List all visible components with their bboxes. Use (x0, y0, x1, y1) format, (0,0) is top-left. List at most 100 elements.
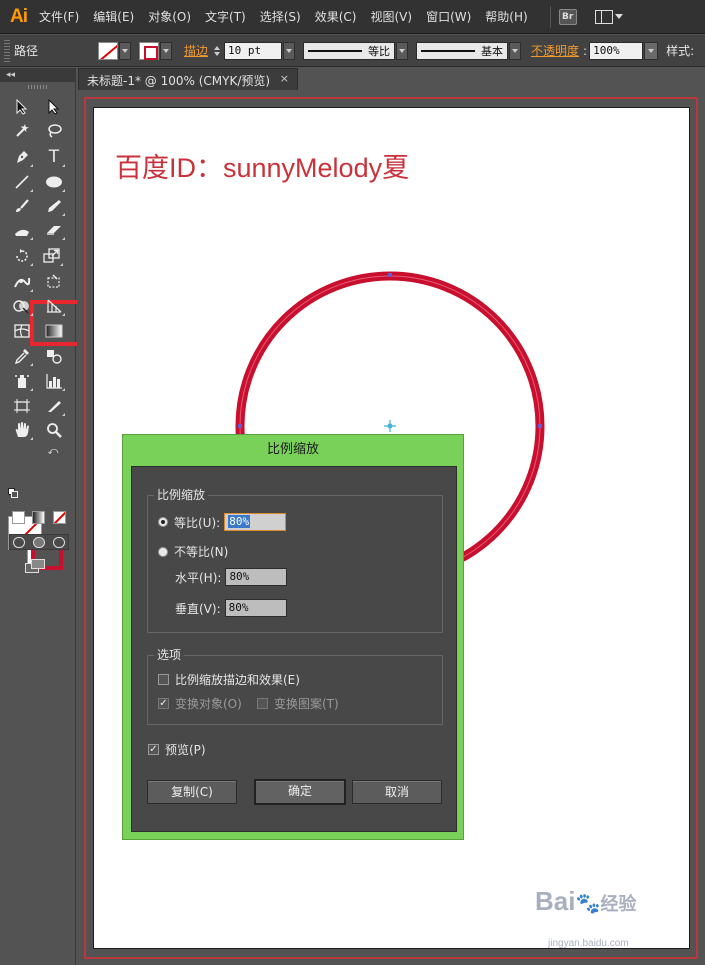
type-tool[interactable]: T (42, 146, 66, 168)
menu-view[interactable]: 视图(V) (370, 8, 412, 25)
workspace-layout-button[interactable] (594, 9, 623, 24)
none-mode-button[interactable] (53, 511, 66, 524)
blob-brush-tool[interactable] (10, 219, 34, 241)
stroke-weight-spinner[interactable] (212, 42, 222, 60)
pen-tool[interactable] (10, 146, 34, 168)
uniform-radio[interactable] (158, 517, 168, 527)
draw-inside-icon[interactable] (53, 537, 65, 548)
selection-tool[interactable] (10, 96, 34, 118)
paintbrush-tool[interactable] (10, 195, 34, 217)
dialog-title[interactable]: 比例缩放 (123, 435, 463, 465)
scale-dialog: 比例缩放 比例缩放 等比(U): 80% 不等比(N) 水平(H): 80% 垂… (122, 434, 464, 840)
uniform-option[interactable]: 等比(U): 80% (158, 513, 287, 531)
width-tool[interactable] (10, 271, 34, 293)
stroke-dropdown[interactable] (160, 41, 173, 60)
hand-tool[interactable] (10, 419, 34, 441)
scale-tool[interactable] (40, 245, 64, 267)
ellipse-tool[interactable] (42, 171, 66, 193)
scale-strokes-option[interactable]: 比例缩放描边和效果(E) (158, 671, 300, 688)
eyedropper-tool[interactable] (10, 345, 34, 367)
menu-object[interactable]: 对象(O) (148, 8, 191, 25)
transform-patterns-checkbox[interactable] (257, 698, 268, 709)
transform-objects-checkbox[interactable]: ✓ (158, 698, 169, 709)
blend-tool[interactable] (42, 345, 66, 367)
center-point-icon (384, 420, 396, 432)
shape-builder-tool[interactable] (10, 295, 34, 317)
vertical-field[interactable]: 80% (224, 599, 287, 617)
symbol-sprayer-tool[interactable] (10, 370, 34, 392)
menu-select[interactable]: 选择(S) (260, 8, 301, 25)
opacity-link[interactable]: 不透明度 (531, 42, 579, 59)
perspective-grid-tool[interactable] (42, 295, 66, 317)
zoom-tool[interactable] (42, 419, 66, 441)
color-mode-button[interactable] (12, 511, 25, 524)
direct-selection-tool[interactable] (42, 96, 66, 118)
document-tab[interactable]: 未标题-1* @ 100% (CMYK/预览) × (78, 68, 298, 90)
stroke-link[interactable]: 描边 (184, 42, 208, 59)
pencil-icon (48, 200, 61, 212)
style-label[interactable]: 样式: (666, 42, 694, 59)
fill-dropdown[interactable] (119, 41, 132, 60)
artboard-tool[interactable] (10, 395, 34, 417)
mesh-tool[interactable] (10, 320, 34, 342)
baidu-url: jingyan.baidu.com (548, 938, 629, 949)
stroke-weight-field[interactable]: 10 pt (224, 41, 283, 60)
pen-icon (17, 151, 28, 163)
slice-tool[interactable] (42, 395, 66, 417)
ok-button[interactable]: 确定 (254, 779, 346, 805)
line-segment-tool[interactable] (10, 171, 34, 193)
brush-dropdown[interactable] (509, 41, 522, 60)
magic-wand-tool[interactable] (10, 120, 34, 142)
fill-swatch[interactable] (98, 41, 119, 60)
preview-checkbox[interactable]: ✓ (148, 744, 159, 755)
menu-type[interactable]: 文字(T) (205, 8, 246, 25)
free-transform-tool[interactable] (42, 271, 66, 293)
transform-patterns-option[interactable]: 变换图案(T) (257, 695, 339, 712)
rotate-tool[interactable] (10, 245, 34, 267)
uniform-field[interactable]: 80% (224, 513, 287, 531)
transform-objects-option[interactable]: ✓ 变换对象(O) (158, 695, 242, 712)
screen-mode-button[interactable] (25, 559, 49, 575)
dialog-body: 比例缩放 等比(U): 80% 不等比(N) 水平(H): 80% 垂直(V):… (131, 466, 457, 832)
menu-edit[interactable]: 编辑(E) (93, 8, 134, 25)
anchor-point-right[interactable] (538, 424, 542, 428)
gradient-tool[interactable] (42, 320, 66, 342)
grip-icon[interactable] (4, 39, 10, 62)
menu-effect[interactable]: 效果(C) (315, 8, 357, 25)
default-colors-button[interactable] (8, 488, 18, 498)
nonuniform-option[interactable]: 不等比(N) (158, 543, 228, 560)
copy-button[interactable]: 复制(C) (147, 780, 237, 804)
stroke-swatch[interactable] (139, 41, 160, 60)
opacity-field[interactable]: 100% (589, 41, 644, 60)
scale-strokes-checkbox[interactable] (158, 674, 169, 685)
stroke-weight-dropdown[interactable] (283, 41, 296, 60)
draw-behind-icon[interactable] (33, 537, 45, 548)
collapse-icon[interactable]: ◂◂ (6, 70, 15, 80)
cancel-button[interactable]: 取消 (352, 780, 442, 804)
pencil-tool[interactable] (42, 195, 66, 217)
menu-file[interactable]: 文件(F) (39, 8, 79, 25)
anchor-point-top[interactable] (388, 273, 392, 277)
preview-option[interactable]: ✓ 预览(P) (148, 741, 206, 758)
anchor-point-left[interactable] (238, 424, 242, 428)
bridge-button[interactable]: Br (558, 8, 577, 25)
tools-panel-header[interactable]: ◂◂ (0, 68, 75, 82)
menu-help[interactable]: 帮助(H) (485, 8, 527, 25)
opacity-dropdown[interactable] (644, 41, 659, 60)
swap-fill-stroke-button[interactable]: ⤺ (46, 444, 60, 458)
draw-normal-icon[interactable] (13, 537, 25, 548)
close-icon[interactable]: × (280, 72, 289, 85)
menu-window[interactable]: 窗口(W) (426, 8, 471, 25)
scale-icon (43, 248, 60, 263)
lasso-tool[interactable] (42, 120, 66, 142)
profile-dropdown[interactable] (396, 41, 409, 60)
variable-width-profile[interactable]: 等比 (303, 41, 396, 60)
gradient-mode-button[interactable] (32, 511, 45, 524)
hand-icon (15, 422, 29, 437)
column-graph-tool[interactable] (42, 370, 66, 392)
eraser-tool[interactable] (42, 219, 66, 241)
brush-definition[interactable]: 基本 (416, 41, 509, 60)
grip-icon[interactable] (27, 85, 48, 89)
horizontal-field[interactable]: 80% (225, 568, 288, 586)
nonuniform-radio[interactable] (158, 546, 168, 557)
